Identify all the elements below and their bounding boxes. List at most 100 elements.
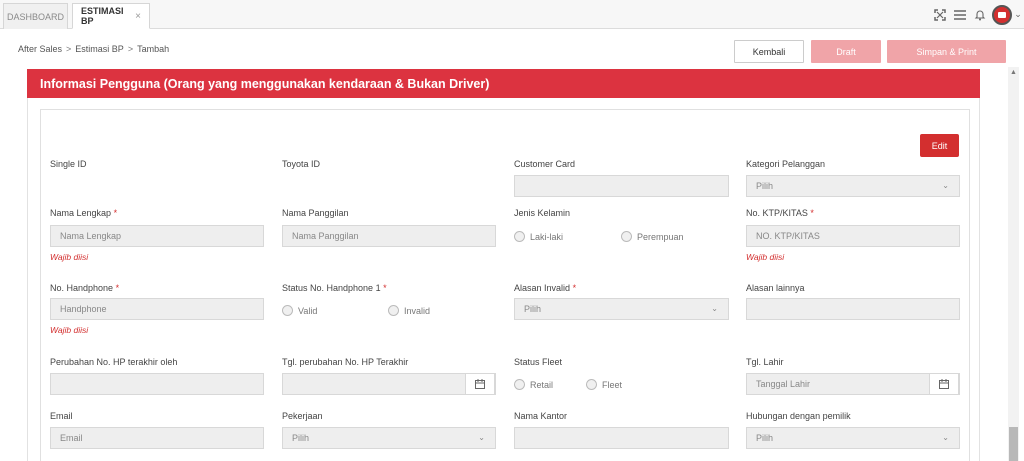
status-hp-text: Status No. Handphone 1 [282,283,381,293]
top-icons: ⌄ [930,0,1024,29]
tgl-lahir-label: Tgl. Lahir [746,357,784,367]
chevron-down-icon: ⌄ [942,181,949,190]
handphone-label: No. Handphone * [50,283,119,293]
breadcrumb: After Sales > Estimasi BP > Tambah [18,44,169,54]
tab-dashboard[interactable]: DASHBOARD [3,3,68,29]
radio-invalid[interactable]: Invalid [388,305,430,316]
perubahan-hp-oleh-label: Perubahan No. HP terakhir oleh [50,357,178,367]
scroll-up-icon[interactable]: ▲ [1008,67,1019,78]
alasan-invalid-value: Pilih [524,304,542,314]
close-tab-icon[interactable]: × [135,11,141,22]
radio-circle [586,379,597,390]
chevron-down-icon: ⌄ [711,304,718,313]
nama-kantor-label: Nama Kantor [514,411,568,421]
nama-lengkap-input[interactable]: Nama Lengkap [50,225,264,247]
simpan-print-button[interactable]: Simpan & Print [887,40,1006,63]
tgl-lahir-input[interactable]: Tanggal Lahir [746,373,960,395]
calendar-icon[interactable] [465,373,495,395]
menu-icon[interactable] [950,5,970,25]
tab-estimasi-label: ESTIMASI BP [81,6,124,26]
chevron-down-icon: ⌄ [942,433,949,442]
nama-panggilan-input[interactable]: Nama Panggilan [282,225,496,247]
ktp-placeholder: NO. KTP/KITAS [756,231,820,241]
handphone-input[interactable]: Handphone [50,298,264,320]
radio-laki-label: Laki-laki [530,231,564,242]
nama-lengkap-error: Wajib diisi [50,252,89,262]
chevron-down-icon[interactable]: ⌄ [1012,9,1024,20]
radio-perempuan[interactable]: Perempuan [621,231,684,242]
tgl-perubahan-hp-field[interactable] [282,373,496,395]
customer-card-field[interactable] [514,175,729,197]
kategori-pelanggan-select[interactable]: Pilih ⌄ [746,175,960,197]
alasan-invalid-label: Alasan Invalid * [514,283,576,293]
radio-circle [514,379,525,390]
handphone-placeholder: Handphone [60,304,107,314]
top-bar: DASHBOARD ESTIMASI BP × ⌄ [0,0,1024,29]
radio-circle [621,231,632,242]
draft-button[interactable]: Draft [811,40,881,63]
radio-valid-label: Valid [298,305,318,316]
pekerjaan-value: Pilih [292,433,310,443]
avatar[interactable] [992,4,1012,25]
tab-dashboard-label: DASHBOARD [7,11,65,22]
status-fleet-label: Status Fleet [514,357,563,367]
required-mark: * [383,283,387,293]
hubungan-pemilik-value: Pilih [756,433,774,443]
alasan-invalid-text: Alasan Invalid [514,283,571,293]
jenis-kelamin-label: Jenis Kelamin [514,208,571,218]
scrollbar[interactable]: ▲ [1008,67,1019,461]
nama-kantor-input[interactable] [514,427,729,449]
handphone-error: Wajib diisi [50,325,89,335]
email-label: Email [50,411,73,421]
radio-invalid-label: Invalid [404,305,431,316]
customer-card-label: Customer Card [514,159,576,169]
scroll-thumb[interactable] [1009,427,1018,461]
tgl-lahir-placeholder: Tanggal Lahir [756,379,811,389]
radio-circle [388,305,399,316]
required-mark: * [810,208,814,218]
email-input[interactable]: Email [50,427,264,449]
pekerjaan-label: Pekerjaan [282,411,323,421]
panel-header: Informasi Pengguna (Orang yang menggunak… [27,69,980,98]
alasan-lainnya-input[interactable] [746,298,960,320]
panel-title: Informasi Pengguna (Orang yang menggunak… [40,76,490,91]
kembali-button[interactable]: Kembali [734,40,804,63]
radio-fleet[interactable]: Fleet [586,379,622,390]
radio-valid[interactable]: Valid [282,305,317,316]
radio-retail-label: Retail [530,379,554,390]
edit-button[interactable]: Edit [920,134,959,157]
breadcrumb-separator: > [127,44,134,54]
perubahan-hp-oleh-field[interactable] [50,373,264,395]
radio-laki-laki[interactable]: Laki-laki [514,231,563,242]
ktp-label: No. KTP/KITAS * [746,208,814,218]
nama-lengkap-text: Nama Lengkap [50,208,112,218]
hubungan-pemilik-select[interactable]: Pilih ⌄ [746,427,960,449]
nama-lengkap-placeholder: Nama Lengkap [60,231,122,241]
ktp-error: Wajib diisi [746,252,785,262]
ktp-input[interactable]: NO. KTP/KITAS [746,225,960,247]
bell-icon[interactable] [970,5,990,25]
radio-perempuan-label: Perempuan [637,231,684,242]
breadcrumb-tambah: Tambah [137,44,170,54]
radio-fleet-label: Fleet [602,379,623,390]
email-placeholder: Email [60,433,83,443]
radio-retail[interactable]: Retail [514,379,553,390]
form-box [40,109,970,461]
required-mark: * [572,283,577,293]
radio-circle [514,231,525,242]
nama-panggilan-label: Nama Panggilan [282,208,349,218]
breadcrumb-after-sales[interactable]: After Sales [18,44,62,54]
single-id-label: Single ID [50,159,87,169]
breadcrumb-estimasi-bp[interactable]: Estimasi BP [75,44,124,54]
required-mark: * [113,208,118,218]
alasan-invalid-select[interactable]: Pilih ⌄ [514,298,729,320]
tab-estimasi-bp[interactable]: ESTIMASI BP × [72,3,150,29]
handphone-text: No. Handphone [50,283,114,293]
nama-lengkap-label: Nama Lengkap * [50,208,117,218]
car-icon [998,11,1006,18]
ktp-text: No. KTP/KITAS [746,208,808,218]
calendar-icon[interactable] [929,373,959,395]
pekerjaan-select[interactable]: Pilih ⌄ [282,427,496,449]
status-hp-label: Status No. Handphone 1 * [282,283,387,293]
expand-icon[interactable] [930,5,950,25]
